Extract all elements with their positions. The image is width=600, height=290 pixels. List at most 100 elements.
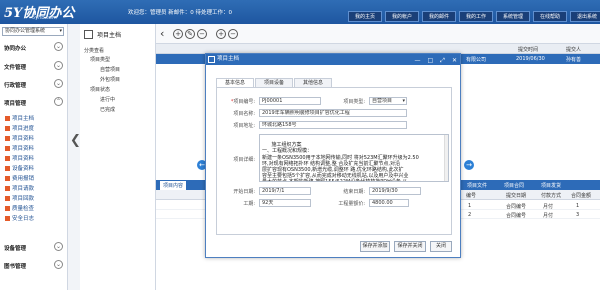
tree-node-category[interactable]: 分类查看 bbox=[84, 47, 104, 54]
dialog-form: *项目编号: PJ00001 项目类型: 自营项目 ▾ 项目名称: 2019年车辆… bbox=[216, 87, 452, 235]
col-submit-time: 提交时间 bbox=[518, 47, 539, 53]
sidebar-item-label: 项目请款 bbox=[12, 186, 35, 192]
add-icon[interactable]: + bbox=[173, 29, 183, 39]
sidebar-group-collab[interactable]: 协同办公 bbox=[4, 44, 26, 52]
start-date-label: 开始日期: bbox=[233, 189, 255, 195]
chevron-down-icon[interactable]: ⌄ bbox=[54, 79, 63, 88]
col-submitter: 提交人 bbox=[566, 47, 582, 53]
sidebar-item-expense[interactable]: 费用报销 bbox=[5, 174, 34, 182]
tab-project-content[interactable]: 项目内容 bbox=[160, 181, 187, 190]
nav-account-button[interactable]: 我的帐户 bbox=[385, 11, 419, 22]
project-name-input[interactable]: 2019年车辆照明装修项目扩容优化工程 bbox=[259, 109, 407, 117]
end-date-input[interactable]: 2019/9/30 bbox=[369, 187, 421, 195]
sidebar-item-project-docs[interactable]: 项目资料 bbox=[5, 134, 34, 142]
sidebar-item-quality[interactable]: 质量检查 bbox=[5, 204, 34, 212]
sidebar-item-payment-return[interactable]: 项目回款 bbox=[5, 194, 34, 202]
sidebar-item-project-docs-3[interactable]: 项目资料 bbox=[5, 154, 34, 162]
sidebar-item-payment-request[interactable]: 项目请款 bbox=[5, 184, 34, 192]
tree-node-type[interactable]: 项目类型 bbox=[90, 56, 110, 63]
tree-title: 项目主档 bbox=[97, 31, 122, 39]
project-no-label: *项目编号: bbox=[230, 99, 255, 105]
window-controls: — □ ⤢ ✕ bbox=[414, 55, 457, 66]
row-user: 孙有善 bbox=[566, 57, 582, 63]
save-and-close-button[interactable]: 保存并关闭 bbox=[394, 241, 426, 252]
close-icon[interactable]: ✕ bbox=[452, 55, 457, 66]
item-icon bbox=[5, 125, 10, 131]
tree-node-outsourced[interactable]: 外包项目 bbox=[100, 76, 120, 83]
top-header: 5Y协同办公 5yhb.com 欢迎您：管理员 新邮件：0 待处理工作：0 我的… bbox=[0, 0, 600, 24]
edit-icon[interactable]: ✎ bbox=[185, 29, 195, 39]
project-type-label: 项目类型: bbox=[343, 99, 365, 105]
app-logo: 5Y协同办公 5yhb.com bbox=[4, 2, 76, 22]
sidebar-group-equipment[interactable]: 设备管理 bbox=[4, 244, 26, 252]
sidebar-collapse-strip[interactable] bbox=[68, 24, 80, 290]
top-nav: 我的主页 我的帐户 我的邮件 我的工作 系统管理 在线帮助 退出系统 bbox=[348, 11, 600, 22]
save-and-add-button[interactable]: 保存并添加 bbox=[360, 241, 390, 252]
nav-help-button[interactable]: 在线帮助 bbox=[533, 11, 567, 22]
project-address-label: 项目地址: bbox=[233, 123, 255, 129]
project-detail-label: 项目详细: bbox=[233, 157, 255, 163]
system-select[interactable]: 协同办公管理系统 ▾ bbox=[2, 27, 64, 36]
remove-icon[interactable]: − bbox=[228, 29, 238, 39]
sidebar-item-project-docs-2[interactable]: 项目资料 bbox=[5, 144, 34, 152]
nav-logout-button[interactable]: 退出系统 bbox=[570, 11, 600, 22]
sidebar-item-label: 项目回款 bbox=[12, 196, 35, 202]
nav-mail-button[interactable]: 我的邮件 bbox=[422, 11, 456, 22]
chevron-down-icon[interactable]: ⌄ bbox=[54, 61, 63, 70]
item-icon bbox=[5, 215, 10, 221]
tab-project-files[interactable]: 项目文件 bbox=[464, 181, 490, 190]
chevron-left-icon[interactable]: ‹ bbox=[160, 27, 164, 40]
sidebar-item-label: 项目资料 bbox=[12, 136, 35, 142]
add-icon[interactable]: + bbox=[216, 29, 226, 39]
sidebar-item-label: 项目资料 bbox=[12, 146, 35, 152]
tree-node-done[interactable]: 已完成 bbox=[100, 106, 115, 113]
tab-project-equipment[interactable]: 项目设备 bbox=[255, 78, 294, 87]
amount-input[interactable]: 4800.00 bbox=[369, 199, 409, 207]
maximize-icon[interactable]: □ bbox=[427, 55, 433, 66]
amount-label: 工程量额价: bbox=[338, 201, 365, 207]
nav-system-button[interactable]: 系统管理 bbox=[496, 11, 530, 22]
textarea-scrollbar[interactable] bbox=[444, 135, 448, 181]
project-address-input[interactable]: 环城北路158号 bbox=[259, 121, 407, 129]
item-icon bbox=[5, 195, 10, 201]
chevron-up-icon[interactable]: ⌃ bbox=[54, 97, 63, 106]
sidebar-item-equipment[interactable]: 设备资料 bbox=[5, 164, 34, 172]
period-input[interactable]: 92天 bbox=[259, 199, 311, 207]
chevron-down-icon[interactable]: ⌄ bbox=[54, 242, 63, 251]
category-tree: 项目主档 分类查看 项目类型 自营项目 外包项目 项目状态 进行中 已完成 bbox=[80, 24, 156, 290]
next-record-icon[interactable]: → bbox=[464, 160, 474, 170]
sidebar-item-safety[interactable]: 安全日志 bbox=[5, 214, 34, 222]
period-label: 工期: bbox=[243, 201, 255, 207]
minimize-icon[interactable]: — bbox=[414, 55, 420, 66]
item-icon bbox=[5, 155, 10, 161]
restore-icon[interactable]: ⤢ bbox=[440, 55, 445, 66]
tab-project-contract[interactable]: 项目合同 bbox=[501, 181, 527, 190]
sidebar-group-project[interactable]: 项目管理 bbox=[4, 99, 26, 107]
tab-project-shipping[interactable]: 项目发货 bbox=[538, 181, 564, 190]
project-type-select[interactable]: 自营项目 ▾ bbox=[369, 97, 407, 105]
sidebar-item-project-master[interactable]: 项目主档 bbox=[5, 114, 34, 122]
project-type-value: 自营项目 bbox=[372, 98, 393, 104]
close-button[interactable]: 关闭 bbox=[430, 241, 452, 252]
cell-date: 合同编号 bbox=[506, 213, 527, 219]
delete-icon[interactable]: − bbox=[197, 29, 207, 39]
nav-home-button[interactable]: 我的主页 bbox=[348, 11, 382, 22]
tab-basic-info[interactable]: 基本信息 bbox=[216, 78, 255, 87]
nav-work-button[interactable]: 我的工作 bbox=[459, 11, 493, 22]
item-icon bbox=[5, 115, 10, 121]
start-date-input[interactable]: 2019/7/1 bbox=[259, 187, 311, 195]
project-no-input[interactable]: PJ00001 bbox=[259, 97, 321, 105]
item-icon bbox=[5, 135, 10, 141]
tree-node-self-run[interactable]: 自营项目 bbox=[100, 66, 120, 73]
sidebar-item-project-progress[interactable]: 项目进度 bbox=[5, 124, 34, 132]
sidebar-group-files[interactable]: 文件管理 bbox=[4, 63, 26, 71]
chevron-down-icon[interactable]: ⌄ bbox=[54, 260, 63, 269]
sidebar-group-admin[interactable]: 行政管理 bbox=[4, 81, 26, 89]
tab-other-info[interactable]: 其他信息 bbox=[294, 78, 333, 87]
dialog-titlebar: 项目主档 — □ ⤢ ✕ bbox=[206, 54, 460, 65]
chevron-down-icon[interactable]: ⌄ bbox=[54, 42, 63, 51]
tree-node-status[interactable]: 项目状态 bbox=[90, 86, 110, 93]
sidebar-group-books[interactable]: 图书管理 bbox=[4, 262, 26, 270]
tree-node-in-progress[interactable]: 进行中 bbox=[100, 96, 115, 103]
project-detail-textarea[interactable]: 施工组织方案 一、工程概况和规模： 新建一条OSN3500用于本地网传输,同时 … bbox=[259, 134, 449, 182]
